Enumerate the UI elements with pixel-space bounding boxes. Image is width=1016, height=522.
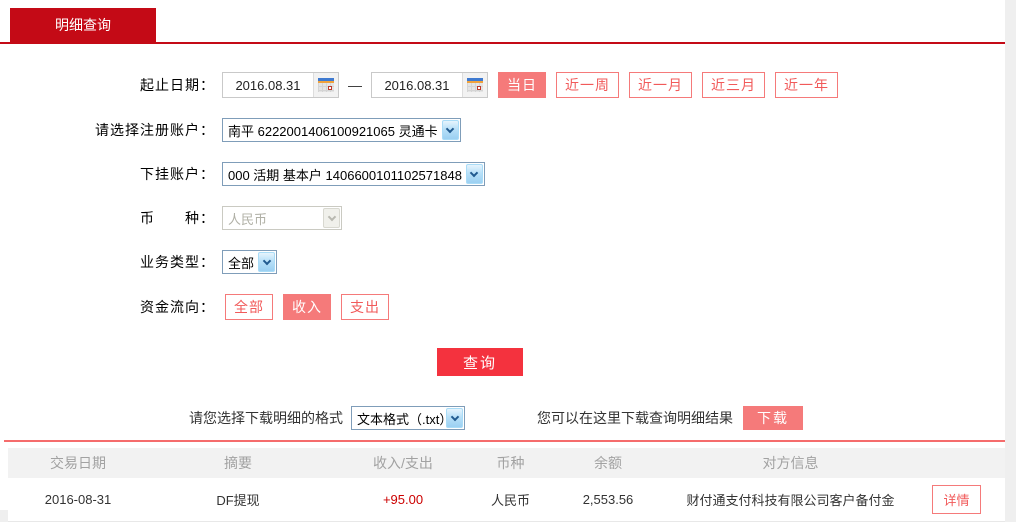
calendar-icon [318,78,334,92]
chevron-down-icon[interactable] [258,252,276,272]
download-format-label: 请您选择下载明细的格式 [189,410,343,426]
currency-select: 人民币 [222,206,342,230]
sub-account-label: 下挂账户： [140,166,215,182]
header-counterparty: 对方信息 [762,455,819,471]
business-type-select[interactable]: 全部 [222,250,278,274]
calendar-icon [467,78,483,92]
row-summary: DF提现 [216,493,260,508]
end-date-input[interactable]: 2016.08.31 [371,72,488,98]
header-balance: 余额 [594,455,622,471]
registered-account-label: 请选择注册账户： [95,122,215,138]
sub-account-value: 000 活期 基本户 1406600101102571848 [228,167,462,183]
start-date-calendar-button[interactable] [313,73,338,97]
header-currency: 币种 [496,455,525,471]
quick-range-year-button[interactable]: 近一年 [775,72,838,98]
end-date-value[interactable]: 2016.08.31 [372,78,462,93]
registered-account-select[interactable]: 南平 6222001406100921065 灵通卡 [222,118,461,142]
fund-flow-row: 资金流向： 全部 收入 支出 [0,294,1005,320]
tab-detail-query[interactable]: 明细查询 [10,8,156,42]
business-type-row: 业务类型： 全部 [0,250,1005,274]
tab-bar: 明细查询 [0,0,1005,44]
quick-range-month-button[interactable]: 近一月 [629,72,692,98]
row-actions: 详情 [908,485,1005,514]
business-type-value: 全部 [228,255,255,271]
quick-range-3months-button[interactable]: 近三月 [702,72,765,98]
date-range-separator: — [348,77,362,93]
registered-account-value: 南平 6222001406100921065 灵通卡 [228,123,438,139]
header-date: 交易日期 [50,455,106,471]
start-date-value[interactable]: 2016.08.31 [223,78,313,93]
fund-flow-expense-button[interactable]: 支出 [341,294,389,320]
currency-value: 人民币 [228,211,268,227]
download-row: 请您选择下载明细的格式 文本格式（.txt） 您可以在这里下载查询明细结果 下载 [0,406,1005,430]
row-date: 2016-08-31 [44,492,112,507]
row-balance: 2,553.56 [582,492,634,507]
business-type-label: 业务类型： [140,254,215,270]
sub-account-row: 下挂账户： 000 活期 基本户 1406600101102571848 [0,162,1005,186]
row-amount: +95.00 [382,492,424,507]
quick-range-today-button[interactable]: 当日 [498,72,546,98]
currency-label: 币 种： [140,210,215,226]
results-table: 交易日期 摘要 收入/支出 币种 余额 对方信息 2016-08-31 DF提现… [8,448,1005,522]
table-header-row: 交易日期 摘要 收入/支出 币种 余额 对方信息 [8,448,1005,478]
fund-flow-all-button[interactable]: 全部 [225,294,273,320]
main-panel: 明细查询 起止日期： 2016.08.31 — 2016.08.31 当日 近一… [0,0,1005,522]
download-button[interactable]: 下载 [743,406,803,430]
query-button[interactable]: 查询 [437,348,523,376]
query-form: 起止日期： 2016.08.31 — 2016.08.31 当日 近一周 近一月… [0,44,1005,376]
start-date-input[interactable]: 2016.08.31 [222,72,339,98]
detail-button[interactable]: 详情 [932,485,981,514]
fund-flow-income-button[interactable]: 收入 [283,294,331,320]
download-format-value: 文本格式（.txt） [357,411,453,427]
table-divider [4,440,1005,442]
row-currency: 人民币 [490,493,530,508]
query-button-row: 查询 [0,348,1005,376]
chevron-down-icon[interactable] [446,408,463,428]
date-range-row: 起止日期： 2016.08.31 — 2016.08.31 当日 近一周 近一月… [0,72,1005,98]
header-amount: 收入/支出 [373,455,433,471]
table-row: 2016-08-31 DF提现 +95.00 人民币 2,553.56 财付通支… [8,478,1005,522]
fund-flow-label: 资金流向： [140,299,215,315]
download-hint: 您可以在这里下载查询明细结果 [537,410,733,426]
chevron-down-icon[interactable] [441,120,459,140]
quick-range-week-button[interactable]: 近一周 [556,72,619,98]
date-range-label: 起止日期： [140,77,215,93]
row-counterparty: 财付通支付科技有限公司客户备付金 [686,493,895,508]
registered-account-row: 请选择注册账户： 南平 6222001406100921065 灵通卡 [0,118,1005,142]
header-summary: 摘要 [224,455,252,471]
chevron-down-icon [323,208,340,228]
download-format-select[interactable]: 文本格式（.txt） [351,406,465,430]
end-date-calendar-button[interactable] [462,73,487,97]
currency-row: 币 种： 人民币 [0,206,1005,230]
chevron-down-icon[interactable] [465,164,483,184]
sub-account-select[interactable]: 000 活期 基本户 1406600101102571848 [222,162,485,186]
